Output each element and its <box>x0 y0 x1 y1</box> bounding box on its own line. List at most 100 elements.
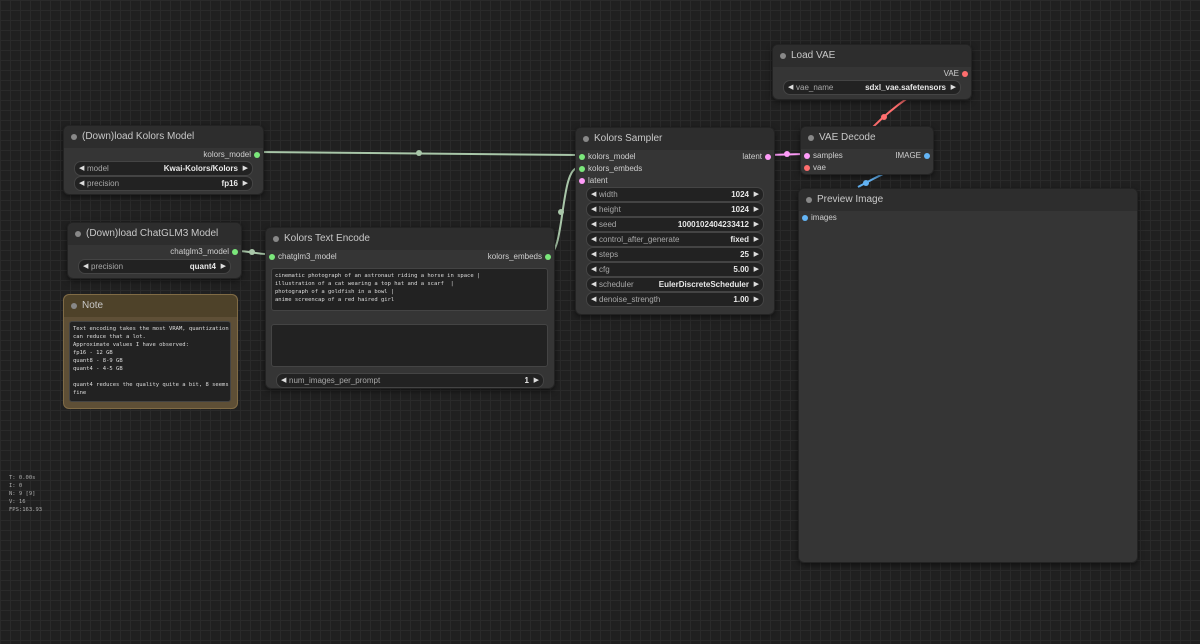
arrow-left-icon[interactable]: ◀ <box>591 188 596 201</box>
node-kolors-text-encode[interactable]: Kolors Text Encode chatglm3_model kolors… <box>265 227 555 389</box>
collapse-dot-icon[interactable] <box>71 134 77 140</box>
wire-midpoint-vae[interactable] <box>881 114 887 120</box>
arrow-left-icon[interactable]: ◀ <box>591 263 596 276</box>
node-title[interactable]: (Down)load Kolors Model <box>64 126 263 148</box>
arrow-right-icon[interactable]: ▶ <box>754 248 759 261</box>
node-title[interactable]: VAE Decode <box>801 127 933 149</box>
node-title[interactable]: Note <box>64 295 237 317</box>
slot-label: samples <box>813 151 843 160</box>
node-load-kolors-model[interactable]: (Down)load Kolors Model kolors_model ◀ m… <box>63 125 264 195</box>
wire-kolors-model[interactable] <box>257 151 579 156</box>
input-socket-icon[interactable] <box>804 165 810 171</box>
node-title[interactable]: Load VAE <box>773 45 971 67</box>
arrow-right-icon[interactable]: ▶ <box>754 188 759 201</box>
wire-midpoint-chatglm3-model[interactable] <box>249 249 255 255</box>
num-images-per-prompt-input[interactable]: ◀ num_images_per_prompt 1 ▶ <box>276 373 544 388</box>
steps-input[interactable]: ◀ steps 25 ▶ <box>586 247 764 262</box>
input-socket-icon[interactable] <box>579 154 585 160</box>
wire-midpoint-image[interactable] <box>863 180 869 186</box>
node-title[interactable]: Preview Image <box>799 189 1137 211</box>
node-title[interactable]: Kolors Text Encode <box>266 228 554 250</box>
widget-label: precision <box>91 262 124 271</box>
arrow-right-icon[interactable]: ▶ <box>754 278 759 291</box>
input-socket-icon[interactable] <box>579 178 585 184</box>
arrow-right-icon[interactable]: ▶ <box>754 218 759 231</box>
arrow-left-icon[interactable]: ◀ <box>79 177 84 190</box>
output-socket-icon[interactable] <box>962 71 968 77</box>
scheduler-combo[interactable]: ◀ scheduler EulerDiscreteScheduler ▶ <box>586 277 764 292</box>
output-socket-icon[interactable] <box>232 249 238 255</box>
note-text[interactable]: Text encoding takes the most VRAM, quant… <box>69 321 231 402</box>
collapse-dot-icon[interactable] <box>583 136 589 142</box>
output-slot-chatglm3-model[interactable]: chatglm3_model <box>68 246 241 258</box>
denoise-strength-input[interactable]: ◀ denoise_strength 1.00 ▶ <box>586 292 764 307</box>
output-socket-icon[interactable] <box>545 254 551 260</box>
arrow-right-icon[interactable]: ▶ <box>754 203 759 216</box>
input-slot-latent[interactable]: latent <box>576 175 774 187</box>
collapse-dot-icon[interactable] <box>808 135 814 141</box>
negative-prompt-textarea[interactable] <box>271 324 548 367</box>
input-socket-icon[interactable] <box>579 166 585 172</box>
wire-midpoint-kolors-embeds[interactable] <box>558 209 564 215</box>
input-slot-images[interactable]: images <box>799 212 1137 224</box>
control-after-generate-combo[interactable]: ◀ control_after_generate fixed ▶ <box>586 232 764 247</box>
seed-input[interactable]: ◀ seed 1000102404233412 ▶ <box>586 217 764 232</box>
precision-combo[interactable]: ◀ precision quant4 ▶ <box>78 259 231 274</box>
output-slot-vae[interactable]: VAE <box>773 68 971 80</box>
vae-name-combo[interactable]: ◀ vae_name sdxl_vae.safetensors ▶ <box>783 80 961 95</box>
arrow-left-icon[interactable]: ◀ <box>591 218 596 231</box>
precision-combo[interactable]: ◀ precision fp16 ▶ <box>74 176 253 191</box>
arrow-right-icon[interactable]: ▶ <box>221 260 226 273</box>
node-vae-decode[interactable]: VAE Decode samples IMAGE vae <box>800 126 934 175</box>
input-slot-samples[interactable]: samples IMAGE <box>801 150 933 162</box>
input-socket-icon[interactable] <box>802 215 808 221</box>
arrow-right-icon[interactable]: ▶ <box>754 263 759 276</box>
collapse-dot-icon[interactable] <box>71 303 77 309</box>
arrow-left-icon[interactable]: ◀ <box>79 162 84 175</box>
arrow-right-icon[interactable]: ▶ <box>243 162 248 175</box>
input-socket-icon[interactable] <box>804 153 810 159</box>
arrow-right-icon[interactable]: ▶ <box>951 81 956 94</box>
node-load-chatglm3-model[interactable]: (Down)load ChatGLM3 Model chatglm3_model… <box>67 222 242 279</box>
output-socket-icon[interactable] <box>254 152 260 158</box>
arrow-left-icon[interactable]: ◀ <box>591 278 596 291</box>
collapse-dot-icon[interactable] <box>273 236 279 242</box>
output-slot-kolors-embeds[interactable]: kolors_embeds <box>266 251 554 263</box>
output-socket-icon[interactable] <box>765 154 771 160</box>
collapse-dot-icon[interactable] <box>75 231 81 237</box>
arrow-right-icon[interactable]: ▶ <box>534 374 539 387</box>
arrow-right-icon[interactable]: ▶ <box>243 177 248 190</box>
cfg-input[interactable]: ◀ cfg 5.00 ▶ <box>586 262 764 277</box>
node-title[interactable]: Kolors Sampler <box>576 128 774 150</box>
input-slot-vae[interactable]: vae <box>801 162 933 174</box>
arrow-left-icon[interactable]: ◀ <box>591 233 596 246</box>
arrow-right-icon[interactable]: ▶ <box>754 233 759 246</box>
prompt-textarea[interactable]: cinematic photograph of an astronaut rid… <box>271 268 548 311</box>
wire-midpoint-kolors-model[interactable] <box>416 150 422 156</box>
arrow-left-icon[interactable]: ◀ <box>788 81 793 94</box>
arrow-left-icon[interactable]: ◀ <box>281 374 286 387</box>
input-slot-kolors-model[interactable]: kolors_model latent <box>576 151 774 163</box>
output-socket-icon[interactable] <box>924 153 930 159</box>
output-slot-kolors-model[interactable]: kolors_model <box>64 149 263 161</box>
collapse-dot-icon[interactable] <box>806 197 812 203</box>
node-preview-image[interactable]: Preview Image images <box>798 188 1138 563</box>
node-note[interactable]: Note Text encoding takes the most VRAM, … <box>63 294 238 409</box>
node-kolors-sampler[interactable]: Kolors Sampler kolors_model latent kolor… <box>575 127 775 315</box>
input-slot-kolors-embeds[interactable]: kolors_embeds <box>576 163 774 175</box>
widget-value: 1024 <box>731 205 749 214</box>
node-title[interactable]: (Down)load ChatGLM3 Model <box>68 223 241 245</box>
wire-midpoint-latent[interactable] <box>784 151 790 157</box>
arrow-left-icon[interactable]: ◀ <box>591 248 596 261</box>
arrow-left-icon[interactable]: ◀ <box>591 293 596 306</box>
node-load-vae[interactable]: Load VAE VAE ◀ vae_name sdxl_vae.safeten… <box>772 44 972 100</box>
arrow-right-icon[interactable]: ▶ <box>754 293 759 306</box>
height-input[interactable]: ◀ height 1024 ▶ <box>586 202 764 217</box>
arrow-left-icon[interactable]: ◀ <box>591 203 596 216</box>
model-combo[interactable]: ◀ model Kwai-Kolors/Kolors ▶ <box>74 161 253 176</box>
collapse-dot-icon[interactable] <box>780 53 786 59</box>
widget-label: control_after_generate <box>599 235 680 244</box>
slot-label: VAE <box>943 69 959 78</box>
arrow-left-icon[interactable]: ◀ <box>83 260 88 273</box>
width-input[interactable]: ◀ width 1024 ▶ <box>586 187 764 202</box>
